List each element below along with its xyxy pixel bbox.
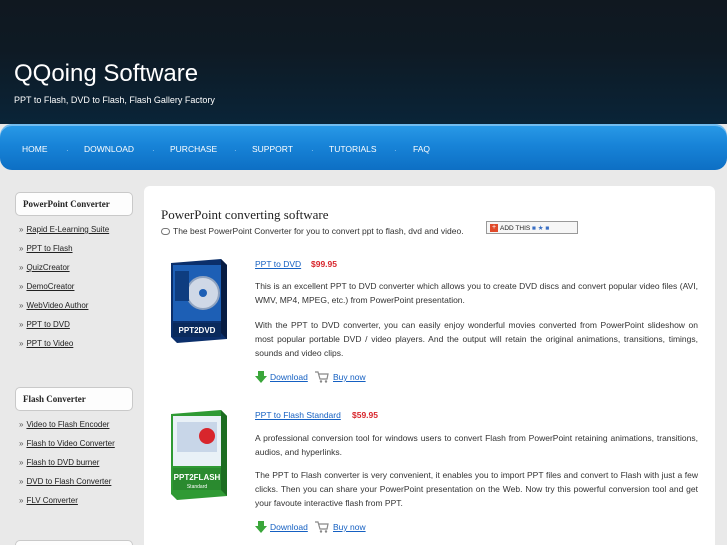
download-link[interactable]: Download xyxy=(270,372,308,382)
product-name-link[interactable]: PPT to Flash Standard xyxy=(255,410,341,420)
site-header: QQoing Software PPT to Flash, DVD to Fla… xyxy=(0,0,727,124)
arrow-icon: » xyxy=(19,244,24,253)
box-label: PPT2DVD xyxy=(179,326,216,335)
sidebar-link[interactable]: » DVD to Flash Converter xyxy=(19,477,111,486)
product-description: With the PPT to DVD converter, you can e… xyxy=(255,320,698,358)
nav-separator: · xyxy=(66,146,69,155)
arrow-icon: » xyxy=(19,477,24,486)
sidebar-heading-flash: Flash Converter xyxy=(15,387,133,411)
sidebar-link[interactable]: » Rapid E-Learning Suite xyxy=(19,225,109,234)
sidebar-link[interactable]: » PPT to Video xyxy=(19,339,73,348)
product-price: $99.95 xyxy=(311,259,337,269)
arrow-icon: » xyxy=(19,496,24,505)
sidebar-link[interactable]: » Flash to Video Converter xyxy=(19,439,115,448)
sidebar-link[interactable]: » FLV Converter xyxy=(19,496,78,505)
nav-faq[interactable]: FAQ xyxy=(413,144,430,154)
ppt2dvd-box-image[interactable]: PPT2DVD xyxy=(161,257,237,343)
sidebar: PowerPoint Converter » Rapid E-Learning S… xyxy=(11,185,139,545)
nav-separator: · xyxy=(152,146,155,155)
arrow-icon: » xyxy=(19,320,24,329)
product-description: This is an excellent PPT to DVD converte… xyxy=(255,281,698,305)
arrow-icon: » xyxy=(19,225,24,234)
nav-download[interactable]: DOWNLOAD xyxy=(84,144,134,154)
main-content: PowerPoint converting software The best … xyxy=(144,186,715,545)
arrow-icon: » xyxy=(19,458,24,467)
product-price: $59.95 xyxy=(352,410,378,420)
download-icon[interactable] xyxy=(255,521,267,533)
nav-separator: · xyxy=(394,146,397,155)
cart-icon[interactable] xyxy=(315,521,329,533)
sidebar-heading-powerpoint: PowerPoint Converter xyxy=(15,192,133,216)
plus-icon: + xyxy=(490,224,498,232)
sidebar-link[interactable]: » PPT to Flash xyxy=(19,244,73,253)
sidebar-link[interactable]: » WebVideo Author xyxy=(19,301,88,310)
arrow-icon: » xyxy=(19,282,24,291)
sidebar-link[interactable]: » DemoCreator xyxy=(19,282,74,291)
product-description: A professional conversion tool for windo… xyxy=(255,433,698,457)
buy-now-link[interactable]: Buy now xyxy=(333,522,366,532)
sidebar-link[interactable]: » Flash to DVD burner xyxy=(19,458,99,467)
nav-separator: · xyxy=(234,146,237,155)
arrow-icon: » xyxy=(19,301,24,310)
site-tagline: PPT to Flash, DVD to Flash, Flash Galler… xyxy=(14,95,215,105)
sidebar-heading-next xyxy=(15,540,133,545)
site-title[interactable]: QQoing Software xyxy=(14,60,198,88)
ppt2flash-box-image[interactable]: PPT2FLASH Standard xyxy=(161,408,237,500)
nav-home[interactable]: HOME xyxy=(22,144,48,154)
nav-separator: · xyxy=(311,146,314,155)
addthis-button[interactable]: + ADD THIS ■ ★ ■ xyxy=(486,221,578,234)
comment-icon xyxy=(161,228,170,236)
product-description: The PPT to Flash converter is very conve… xyxy=(255,470,698,508)
nav-purchase[interactable]: PURCHASE xyxy=(170,144,217,154)
page-subtitle: The best PowerPoint Converter for you to… xyxy=(161,226,464,236)
sidebar-link[interactable]: » QuizCreator xyxy=(19,263,70,272)
nav-tutorials[interactable]: TUTORIALS xyxy=(329,144,377,154)
arrow-icon: » xyxy=(19,263,24,272)
download-link[interactable]: Download xyxy=(270,522,308,532)
product-name-link[interactable]: PPT to DVD xyxy=(255,259,301,269)
buy-now-link[interactable]: Buy now xyxy=(333,372,366,382)
download-icon[interactable] xyxy=(255,371,267,383)
nav-support[interactable]: SUPPORT xyxy=(252,144,293,154)
cart-icon[interactable] xyxy=(315,371,329,383)
sidebar-link[interactable]: » PPT to DVD xyxy=(19,320,70,329)
main-nav: HOME · DOWNLOAD · PURCHASE · SUPPORT · T… xyxy=(0,124,727,170)
arrow-icon: » xyxy=(19,420,24,429)
share-icons: ■ ★ ■ xyxy=(532,225,550,232)
arrow-icon: » xyxy=(19,439,24,448)
arrow-icon: » xyxy=(19,339,24,348)
box-label: PPT2FLASH xyxy=(174,473,221,482)
sidebar-link[interactable]: » Video to Flash Encoder xyxy=(19,420,109,429)
page-title: PowerPoint converting software xyxy=(161,207,329,222)
box-sublabel: Standard xyxy=(187,484,208,490)
